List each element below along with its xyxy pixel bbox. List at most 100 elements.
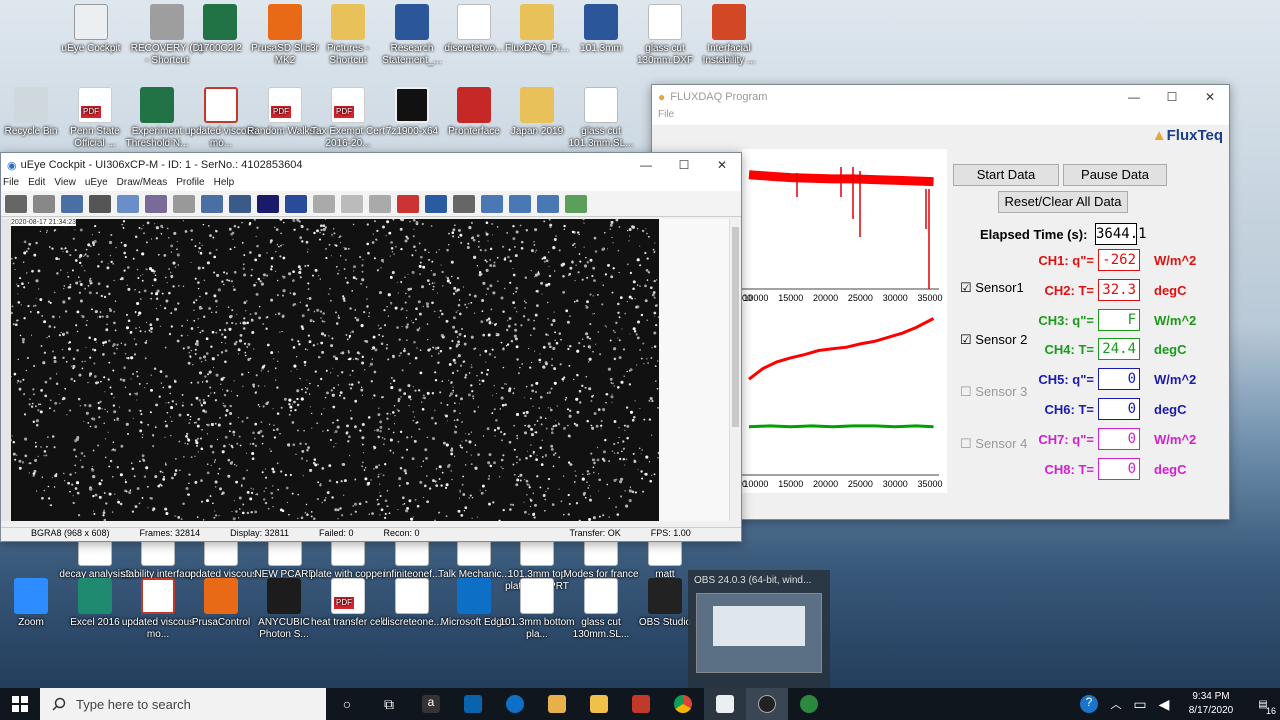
sensor-checkbox[interactable]: ☑ Sensor1	[960, 280, 1024, 296]
help-icon[interactable]: ?	[1074, 688, 1104, 720]
taskbar-search[interactable]: Type here to search	[40, 688, 326, 720]
particle	[513, 473, 516, 476]
edge-icon[interactable]	[494, 688, 536, 720]
particle	[88, 291, 92, 295]
particle	[384, 463, 387, 466]
file-explorer-icon[interactable]	[578, 688, 620, 720]
minimize-icon[interactable]: —	[627, 158, 665, 172]
toolbar-tool-icon[interactable]	[425, 194, 447, 213]
ueye-titlebar[interactable]: ◉ uEye Cockpit - UI306xCP-M - ID: 1 - Se…	[1, 153, 741, 177]
ueye-menu-item[interactable]: Draw/Meas	[117, 177, 168, 191]
particle	[130, 356, 134, 360]
desktop-icon[interactable]: Interfacial Instability ...	[691, 4, 767, 67]
ueye-menu-item[interactable]: uEye	[85, 177, 108, 191]
particle	[647, 362, 649, 364]
particle	[470, 364, 473, 366]
particle	[112, 476, 114, 478]
network-icon[interactable]: ▭	[1128, 688, 1152, 720]
checkbox-checked-icon[interactable]: ☑	[960, 280, 975, 295]
sensor-checkbox[interactable]: ☐ Sensor 3	[960, 384, 1027, 400]
minimize-icon[interactable]: —	[1115, 90, 1153, 104]
toolbar-tool-icon[interactable]	[285, 194, 307, 213]
checkbox-checked-icon[interactable]: ☑	[960, 332, 975, 347]
particle	[366, 242, 370, 246]
particle	[439, 349, 443, 353]
particle	[65, 331, 69, 335]
toolbar-tool-icon[interactable]	[173, 194, 195, 213]
particle	[592, 295, 594, 297]
toolbar-tool-icon[interactable]	[117, 194, 139, 213]
particle	[97, 282, 101, 286]
close-icon[interactable]: ✕	[703, 158, 741, 172]
close-icon[interactable]: ✕	[1191, 90, 1229, 104]
toolbar-tool-icon[interactable]	[313, 194, 335, 213]
volume-icon[interactable]: ◀	[1152, 688, 1176, 720]
sensor-checkbox[interactable]: ☑ Sensor 2	[960, 332, 1027, 348]
particle	[407, 352, 410, 356]
notifications-icon[interactable]: ▤ 16	[1246, 688, 1280, 720]
vertical-scrollbar[interactable]	[729, 219, 741, 521]
desktop-icon[interactable]: uEye Cockpit	[53, 4, 129, 55]
pause-data-button[interactable]: Pause Data	[1063, 164, 1167, 186]
toolbar-tool-icon[interactable]	[145, 194, 167, 213]
toolbar-tool-icon[interactable]	[369, 194, 391, 213]
windows-start-icon[interactable]	[0, 688, 40, 720]
toolbar-tool-icon[interactable]	[481, 194, 503, 213]
desktop-icon[interactable]: glass cut 101.3mm.SL...	[563, 87, 639, 150]
checkbox-unchecked-icon[interactable]: ☐	[960, 384, 975, 399]
reset-data-button[interactable]: Reset/Clear All Data	[998, 191, 1128, 213]
particle	[279, 331, 281, 333]
menu-file[interactable]: File	[658, 109, 674, 120]
ueye-menu-item[interactable]: View	[54, 177, 76, 191]
fluxdaq-titlebar[interactable]: ● FLUXDAQ Program — ☐ ✕	[652, 85, 1229, 109]
cortana-icon[interactable]: ○	[326, 688, 368, 720]
sensor-checkbox[interactable]: ☐ Sensor 4	[960, 436, 1027, 452]
ueye-menu-item[interactable]: Profile	[176, 177, 204, 191]
maximize-icon[interactable]: ☐	[1153, 90, 1191, 104]
particle	[165, 402, 167, 404]
maximize-icon[interactable]: ☐	[665, 158, 703, 172]
chevron-up-icon[interactable]: ︿	[1104, 688, 1128, 720]
gear-app-icon[interactable]	[620, 688, 662, 720]
start-data-button[interactable]: Start Data	[953, 164, 1059, 186]
toolbar-tool-icon[interactable]	[229, 194, 251, 213]
particle	[555, 341, 559, 345]
toolbar-tool-icon[interactable]	[341, 194, 363, 213]
ueye-menu-item[interactable]: Edit	[28, 177, 45, 191]
particle	[411, 270, 415, 274]
task-view-icon[interactable]: ⧉	[368, 688, 410, 720]
ueye-left-toolstrip[interactable]	[1, 219, 11, 521]
toolbar-tool-icon[interactable]	[565, 194, 587, 213]
toolbar-tool-icon[interactable]	[61, 194, 83, 213]
ueye-menu-item[interactable]: Help	[214, 177, 235, 191]
particle	[139, 330, 142, 333]
obs-taskbar-icon[interactable]	[746, 688, 788, 720]
checkbox-unchecked-icon[interactable]: ☐	[960, 436, 975, 451]
taskbar-clock[interactable]: 9:34 PM 8/17/2020	[1176, 690, 1246, 718]
toolbar-tool-icon[interactable]	[89, 194, 111, 213]
toolbar-tool-icon[interactable]	[453, 194, 475, 213]
amazon-icon[interactable]: a	[410, 688, 452, 720]
ueye-taskbar-icon[interactable]	[704, 688, 746, 720]
toolbar-tool-icon[interactable]	[257, 194, 279, 213]
scrollbar-thumb[interactable]	[732, 227, 739, 427]
toolbar-tool-icon[interactable]	[537, 194, 559, 213]
particle	[419, 371, 423, 375]
particle	[508, 317, 512, 320]
chrome-icon[interactable]	[662, 688, 704, 720]
ueye-menu-item[interactable]: File	[3, 177, 19, 191]
outlook-icon[interactable]	[452, 688, 494, 720]
fluxdaq-taskbar-icon[interactable]	[788, 688, 830, 720]
toolbar-tool-icon[interactable]	[509, 194, 531, 213]
toolbar-tool-icon[interactable]	[33, 194, 55, 213]
fluxteq-logo: ▲FluxTeq	[1152, 127, 1223, 144]
particle	[265, 327, 268, 330]
particle	[122, 226, 125, 229]
toolbar-tool-icon[interactable]	[5, 194, 27, 213]
particle	[548, 251, 550, 253]
camera-image[interactable]	[11, 219, 659, 521]
media-player-icon[interactable]	[536, 688, 578, 720]
obs-taskbar-preview[interactable]: OBS 24.0.3 (64-bit, wind...	[688, 570, 830, 688]
toolbar-tool-icon[interactable]	[397, 194, 419, 213]
toolbar-tool-icon[interactable]	[201, 194, 223, 213]
